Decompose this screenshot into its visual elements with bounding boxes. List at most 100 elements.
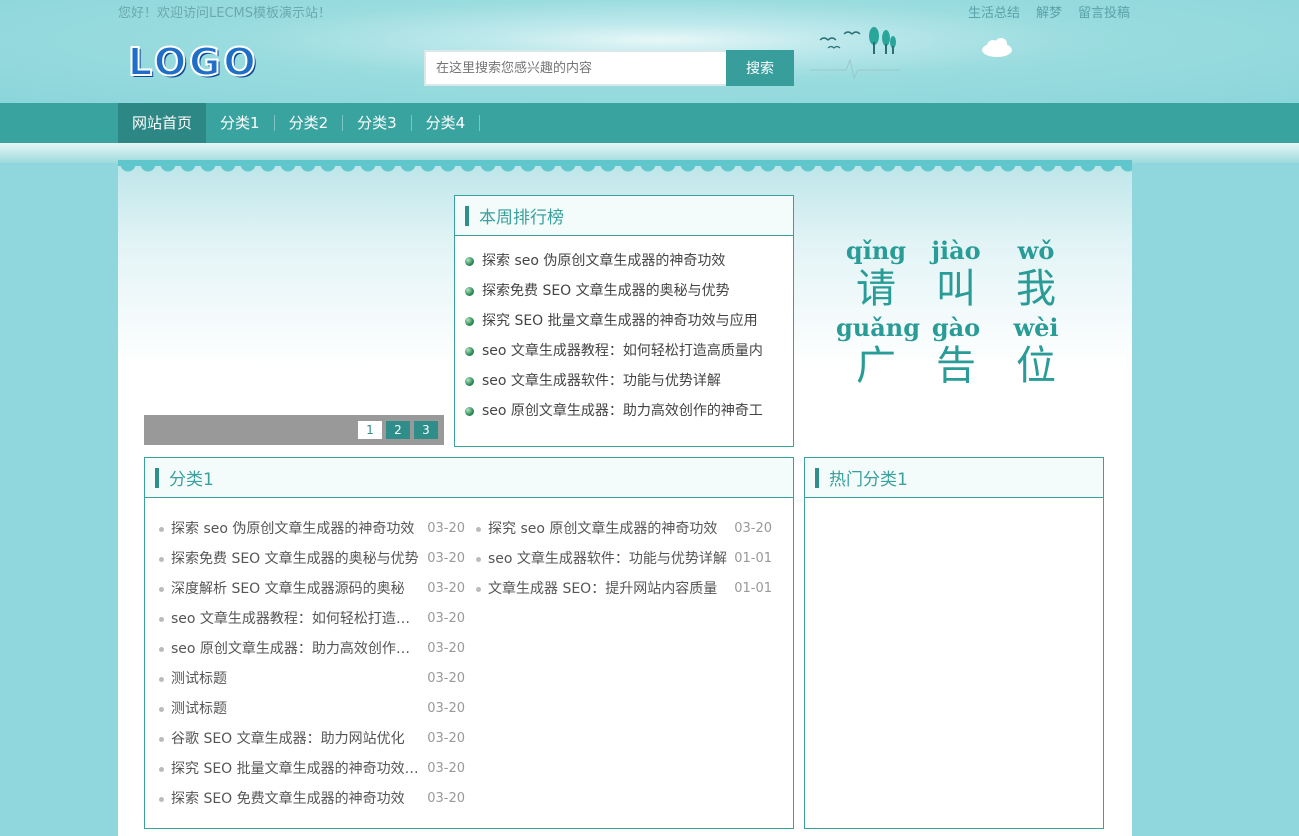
ad-hanzi-row: 广 告 位 bbox=[836, 342, 1076, 390]
article-date: 03-20 bbox=[427, 701, 465, 716]
bullet-icon bbox=[476, 587, 481, 592]
list-item[interactable]: 测试标题 03-20 bbox=[159, 664, 476, 694]
search-input[interactable] bbox=[424, 50, 726, 86]
ranking-item-title[interactable]: 探索 seo 伪原创文章生成器的神奇功效 bbox=[482, 246, 725, 276]
article-title[interactable]: 探究 seo 原创文章生成器的神奇功效 bbox=[488, 514, 728, 544]
article-title[interactable]: 探索 SEO 免费文章生成器的神奇功效 bbox=[171, 784, 421, 814]
ad-pinyin: wèi bbox=[1013, 313, 1059, 342]
slider-page-3[interactable]: 3 bbox=[414, 421, 438, 439]
title-marker bbox=[155, 467, 159, 488]
article-date: 03-20 bbox=[734, 521, 772, 536]
ranking-item[interactable]: 探究 SEO 批量文章生成器的神奇功效与应用 bbox=[465, 306, 793, 336]
nav-divider bbox=[479, 115, 481, 131]
article-date: 03-20 bbox=[427, 611, 465, 626]
slider-page-1[interactable]: 1 bbox=[358, 421, 382, 439]
article-title[interactable]: seo 原创文章生成器：助力高效创作的神奇工具 bbox=[171, 634, 421, 664]
article-title[interactable]: 探究 SEO 批量文章生成器的神奇功效与应用 bbox=[171, 754, 421, 784]
nav-item-cat3[interactable]: 分类3 bbox=[343, 103, 412, 143]
nav-link-cat2[interactable]: 分类2 bbox=[275, 103, 343, 143]
nav-item-cat4[interactable]: 分类4 bbox=[412, 103, 481, 143]
ad-pinyin-row: qǐng jiào wǒ bbox=[836, 236, 1076, 265]
article-date: 03-20 bbox=[427, 581, 465, 596]
welcome-text: 您好！欢迎访问LECMS模板演示站！ bbox=[118, 6, 332, 21]
article-date: 03-20 bbox=[427, 551, 465, 566]
bullet-icon bbox=[465, 376, 474, 386]
list-item[interactable]: seo 原创文章生成器：助力高效创作的神奇工具 03-20 bbox=[159, 634, 476, 664]
nav-link-cat3[interactable]: 分类3 bbox=[343, 103, 411, 143]
bullet-icon bbox=[476, 557, 481, 562]
ranking-item[interactable]: seo 文章生成器教程：如何轻松打造高质量内 bbox=[465, 336, 793, 366]
ranking-item[interactable]: 探索免费 SEO 文章生成器的奥秘与优势 bbox=[465, 276, 793, 306]
list-item[interactable]: 谷歌 SEO 文章生成器：助力网站优化 03-20 bbox=[159, 724, 476, 754]
nav-item-cat1[interactable]: 分类1 bbox=[206, 103, 275, 143]
nav-link-cat4[interactable]: 分类4 bbox=[412, 103, 480, 143]
ranking-item-title[interactable]: seo 文章生成器教程：如何轻松打造高质量内 bbox=[482, 336, 763, 366]
article-title[interactable]: 探索免费 SEO 文章生成器的奥秘与优势 bbox=[171, 544, 421, 574]
hot-category-title[interactable]: 热门分类1 bbox=[829, 465, 908, 490]
bullet-icon bbox=[159, 617, 164, 622]
image-slider[interactable]: 1 2 3 bbox=[144, 192, 444, 445]
ad-pinyin: jiào bbox=[931, 236, 981, 265]
ad-hanzi: 告 bbox=[936, 343, 976, 389]
list-item[interactable]: seo 文章生成器教程：如何轻松打造高质量内容 03-20 bbox=[159, 604, 476, 634]
ad-hanzi: 请 bbox=[856, 266, 896, 312]
ranking-item-title[interactable]: seo 原创文章生成器：助力高效创作的神奇工 bbox=[482, 396, 763, 426]
ad-placeholder[interactable]: qǐng jiào wǒ 请 叫 我 guǎng gào wèi 广 告 位 bbox=[836, 236, 1086, 390]
ranking-item-title[interactable]: 探索免费 SEO 文章生成器的奥秘与优势 bbox=[482, 276, 730, 306]
nav-item-cat2[interactable]: 分类2 bbox=[275, 103, 344, 143]
category1-box: 分类1 探索 seo 伪原创文章生成器的神奇功效 03-20 探索免费 SEO 文… bbox=[144, 457, 794, 829]
ranking-item-title[interactable]: 探究 SEO 批量文章生成器的神奇功效与应用 bbox=[482, 306, 758, 336]
top-link-life[interactable]: 生活总结 bbox=[968, 2, 1020, 21]
ranking-item-title[interactable]: seo 文章生成器软件：功能与优势详解 bbox=[482, 366, 721, 396]
search-button[interactable]: 搜索 bbox=[726, 50, 794, 86]
list-item[interactable]: 测试标题 03-20 bbox=[159, 694, 476, 724]
article-date: 03-20 bbox=[427, 641, 465, 656]
category1-right-column: 探究 seo 原创文章生成器的神奇功效 03-20 seo 文章生成器软件：功能与… bbox=[476, 514, 793, 814]
article-title[interactable]: seo 文章生成器软件：功能与优势详解 bbox=[488, 544, 728, 574]
list-item[interactable]: 探索 seo 伪原创文章生成器的神奇功效 03-20 bbox=[159, 514, 476, 544]
bullet-icon bbox=[159, 797, 164, 802]
list-item[interactable]: 探索免费 SEO 文章生成器的奥秘与优势 03-20 bbox=[159, 544, 476, 574]
ad-hanzi: 位 bbox=[1016, 343, 1056, 389]
bullet-icon bbox=[159, 587, 164, 592]
box-header: 热门分类1 bbox=[805, 458, 1103, 498]
top-link-dream[interactable]: 解梦 bbox=[1036, 2, 1062, 21]
title-marker bbox=[465, 205, 469, 226]
slider-page-2[interactable]: 2 bbox=[386, 421, 410, 439]
bullet-icon bbox=[159, 527, 164, 532]
site-logo[interactable]: LOGO bbox=[127, 39, 259, 85]
title-marker bbox=[815, 467, 819, 488]
birds-trees-decoration-icon bbox=[810, 27, 900, 80]
ranking-item[interactable]: 探索 seo 伪原创文章生成器的神奇功效 bbox=[465, 246, 793, 276]
list-item[interactable]: 探究 SEO 批量文章生成器的神奇功效与应用 03-20 bbox=[159, 754, 476, 784]
article-title[interactable]: 测试标题 bbox=[171, 664, 421, 694]
weekly-ranking-box: 本周排行榜 探索 seo 伪原创文章生成器的神奇功效 探索免费 SEO 文章生成… bbox=[454, 195, 794, 447]
box-header: 分类1 bbox=[145, 458, 793, 498]
list-item[interactable]: seo 文章生成器软件：功能与优势详解 01-01 bbox=[476, 544, 793, 574]
top-link-message[interactable]: 留言投稿 bbox=[1078, 2, 1130, 21]
list-item[interactable]: 探索 SEO 免费文章生成器的神奇功效 03-20 bbox=[159, 784, 476, 814]
slider-caption-bar: 1 2 3 bbox=[144, 415, 444, 445]
bullet-icon bbox=[159, 647, 164, 652]
article-title[interactable]: 文章生成器 SEO：提升网站内容质量 bbox=[488, 574, 728, 604]
bullet-icon bbox=[159, 557, 164, 562]
article-title[interactable]: 谷歌 SEO 文章生成器：助力网站优化 bbox=[171, 724, 421, 754]
article-title[interactable]: 测试标题 bbox=[171, 694, 421, 724]
article-title[interactable]: seo 文章生成器教程：如何轻松打造高质量内容 bbox=[171, 604, 421, 634]
article-title[interactable]: 探索 seo 伪原创文章生成器的神奇功效 bbox=[171, 514, 421, 544]
nav-link-cat1[interactable]: 分类1 bbox=[206, 103, 274, 143]
ranking-item[interactable]: seo 文章生成器软件：功能与优势详解 bbox=[465, 366, 793, 396]
list-item[interactable]: 探究 seo 原创文章生成器的神奇功效 03-20 bbox=[476, 514, 793, 544]
ad-hanzi-row: 请 叫 我 bbox=[836, 265, 1076, 313]
list-item[interactable]: 文章生成器 SEO：提升网站内容质量 01-01 bbox=[476, 574, 793, 604]
nav-link-home[interactable]: 网站首页 bbox=[118, 103, 207, 143]
bullet-icon bbox=[159, 767, 164, 772]
article-title[interactable]: 深度解析 SEO 文章生成器源码的奥秘 bbox=[171, 574, 421, 604]
ranking-item[interactable]: seo 原创文章生成器：助力高效创作的神奇工 bbox=[465, 396, 793, 426]
ad-hanzi: 我 bbox=[1016, 266, 1056, 312]
nav-item-home[interactable]: 网站首页 bbox=[118, 103, 207, 143]
category1-title[interactable]: 分类1 bbox=[169, 465, 214, 490]
hot-category-box: 热门分类1 bbox=[804, 457, 1104, 829]
search-form: 搜索 bbox=[424, 50, 794, 86]
list-item[interactable]: 深度解析 SEO 文章生成器源码的奥秘 03-20 bbox=[159, 574, 476, 604]
